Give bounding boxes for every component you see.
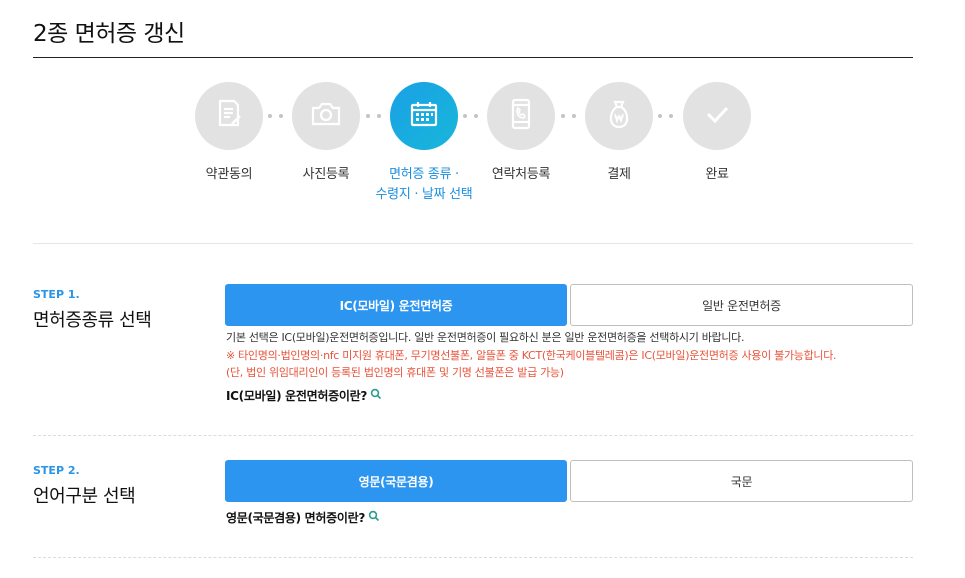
document-icon [212, 97, 246, 135]
step-complete-circle [683, 82, 751, 150]
calendar-icon [407, 97, 441, 135]
section-divider [33, 557, 913, 558]
page-title: 2종 면허증 갱신 [33, 21, 185, 47]
step-payment-circle [585, 82, 653, 150]
regular-license-button[interactable]: 일반 운전면허증 [570, 284, 913, 326]
step2-title: 언어구분 선택 [33, 486, 136, 507]
step-connector [658, 114, 673, 118]
phone-icon [504, 97, 538, 135]
search-icon [368, 510, 380, 525]
search-icon [370, 388, 382, 403]
step-connector [561, 114, 576, 118]
license-type-description: 기본 선택은 IC(모바일)운전면허증입니다. 일반 운전면허증이 필요하신 분… [226, 331, 745, 344]
step-label: 완료 [705, 167, 729, 182]
step-connector [268, 114, 283, 118]
english-license-info-label: 영문(국문겸용) 면허증이란? [226, 511, 366, 525]
license-warning-line2: (단, 법인 위임대리인이 등록된 법인명의 휴대폰 및 기명 선불폰은 발급 … [226, 366, 564, 379]
section-divider [33, 243, 913, 244]
step-connector [366, 114, 381, 118]
ic-mobile-license-button[interactable]: IC(모바일) 운전면허증 [225, 284, 567, 326]
license-warning-line1: ※ 타인명의·법인명의·nfc 미지원 휴대폰, 무기명선불폰, 알뜰폰 중 K… [226, 349, 837, 362]
step1-number: STEP 1. [33, 288, 80, 301]
step1-title: 면허증종류 선택 [33, 310, 152, 331]
step2-number: STEP 2. [33, 464, 80, 477]
money-bag-icon [602, 97, 636, 135]
ic-license-info-link[interactable]: IC(모바일) 운전면허증이란? [226, 387, 382, 404]
korean-license-button[interactable]: 국문 [570, 460, 913, 502]
camera-icon [309, 97, 343, 135]
english-license-info-link[interactable]: 영문(국문겸용) 면허증이란? [226, 509, 380, 526]
ic-license-info-label: IC(모바일) 운전면허증이란? [226, 389, 367, 403]
step-license-type-circle [390, 82, 458, 150]
step-progress: 약관동의 사진등록 면허증 종류 · 수령지 · 날짜 선택 연락처등록 결제 … [0, 82, 965, 212]
step-connector [463, 114, 478, 118]
check-icon [700, 97, 734, 135]
section-divider [33, 435, 913, 436]
english-korean-license-button[interactable]: 영문(국문겸용) [225, 460, 567, 502]
step-photo-circle [292, 82, 360, 150]
step-terms-circle [195, 82, 263, 150]
title-divider [33, 57, 913, 58]
step-contact-circle [487, 82, 555, 150]
